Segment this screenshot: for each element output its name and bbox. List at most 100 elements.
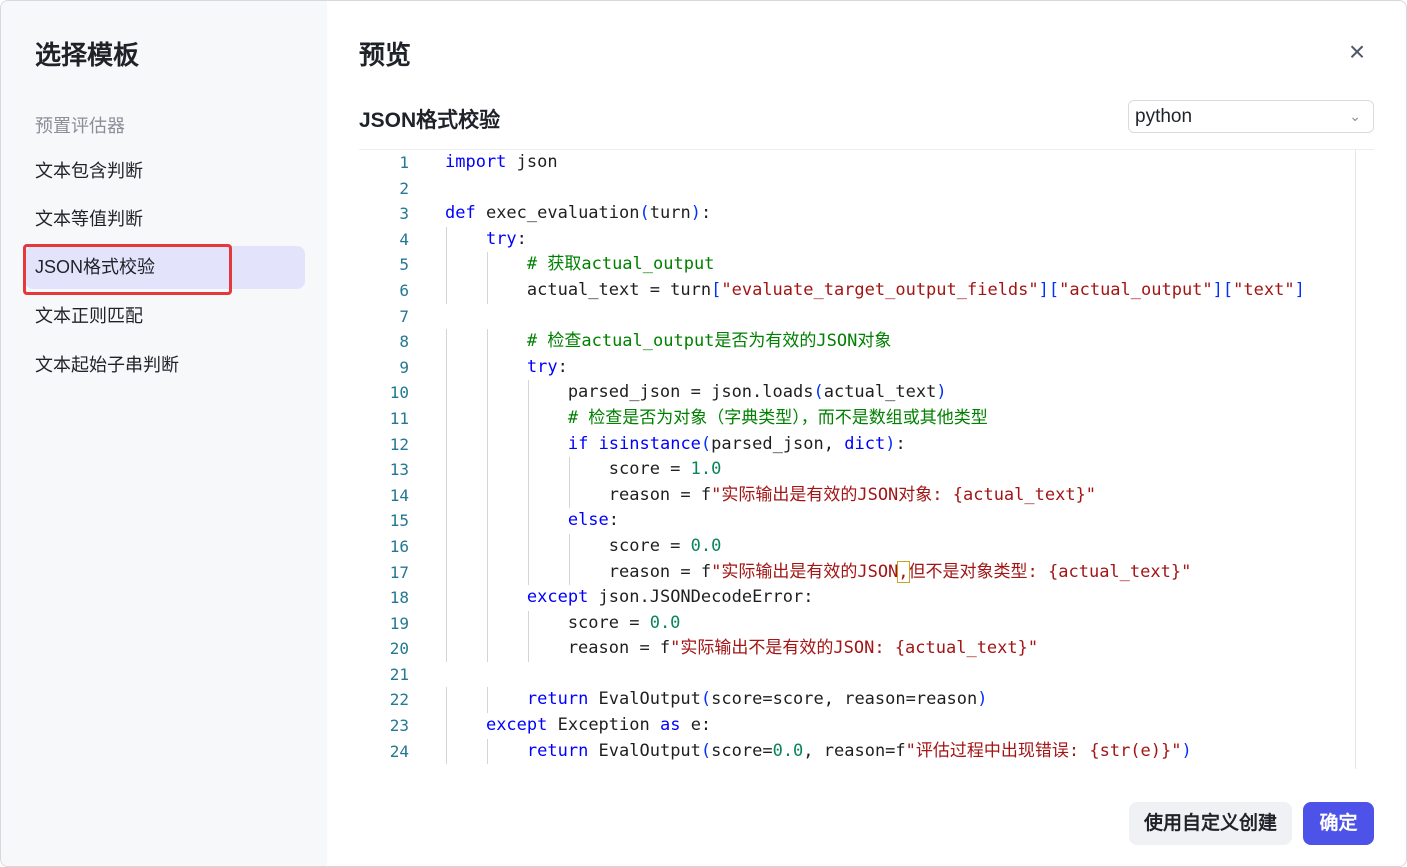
code-token: [ — [711, 279, 722, 300]
line-number: 23 — [389, 716, 409, 736]
sidebar-item-text-equals[interactable]: 文本等值判断 — [25, 198, 305, 241]
line-number: 9 — [399, 357, 409, 377]
code-token: EvalOutput — [588, 740, 701, 761]
indent-guide — [528, 559, 529, 586]
close-icon[interactable]: × — [1342, 37, 1372, 67]
indent-guide — [528, 431, 529, 458]
indent-guide — [446, 226, 447, 253]
code-token: as — [659, 715, 681, 736]
code-line: # 检查actual_output是否为有效的JSON对象 — [445, 329, 1344, 355]
code-token: "评估过程中出现错误: {str(e)}" — [905, 740, 1182, 761]
code-token: reason = f — [445, 484, 712, 505]
indent-guide — [487, 508, 488, 534]
code-token: import — [445, 152, 507, 172]
line-number: 21 — [389, 664, 409, 684]
code-line: reason = f"实际输出是有效的JSON对象: {actual_text}… — [445, 482, 1344, 509]
sidebar-title: 选择模板 — [35, 40, 140, 70]
code-token: reason = f — [445, 638, 671, 659]
code-token: ][ — [1038, 279, 1060, 300]
code-token: ) — [690, 203, 701, 224]
indent-guide — [446, 738, 447, 765]
code-token: "实际输出是有效的JSON — [711, 561, 899, 582]
code-token: json — [506, 152, 558, 172]
sidebar-item-label: 文本等值判断 — [35, 209, 143, 229]
indent-guide — [446, 329, 447, 355]
code-token: # 检查actual_output是否为有效的JSON对象 — [526, 331, 892, 352]
code-line: except Exception as e: — [445, 713, 1344, 739]
line-number: 17 — [389, 562, 409, 582]
sidebar-item-json-validate[interactable]: JSON格式校验 — [25, 246, 305, 289]
create-custom-button[interactable]: 使用自定义创建 — [1129, 802, 1292, 845]
indent-guide — [446, 533, 447, 560]
confirm-button[interactable]: 确定 — [1303, 802, 1374, 845]
code-token: , — [897, 560, 910, 583]
code-token: 0.0 — [772, 740, 804, 761]
line-number: 4 — [399, 229, 409, 249]
code-line: ​ — [445, 662, 1344, 688]
code-token: parsed_json = json.loads — [445, 382, 814, 403]
indent-guide — [446, 559, 447, 586]
code-token: json.JSONDecodeError: — [588, 587, 814, 608]
code-line: import json — [445, 150, 1344, 176]
indent-guide — [446, 687, 447, 714]
indent-guide — [569, 457, 570, 483]
code-token: else — [567, 510, 609, 531]
indent-guide — [487, 380, 488, 406]
code-token: exec_evaluation — [475, 203, 640, 224]
indent-guide — [446, 610, 447, 637]
code-token: "text" — [1233, 279, 1295, 300]
indent-guide — [487, 636, 488, 662]
code-token: "实际输出不是有效的JSON: {actual_text}" — [670, 638, 1039, 659]
indent-guide — [528, 482, 529, 509]
indent-guide — [446, 508, 447, 534]
indent-guide — [487, 431, 488, 458]
template-name: JSON格式校验 — [359, 109, 501, 132]
code-token: ( — [639, 203, 650, 224]
code-token: actual_text — [823, 382, 937, 403]
template-sidebar: 选择模板 预置评估器 文本包含判断 文本等值判断 JSON格式校验 文本正则匹配… — [1, 1, 327, 866]
indent-guide — [528, 457, 529, 483]
code-token: "evaluate_target_output_fields" — [721, 279, 1039, 300]
indent-guide — [487, 354, 488, 381]
code-area[interactable]: import json​def exec_evaluation(turn): t… — [445, 150, 1344, 765]
sidebar-item-label: 文本包含判断 — [35, 161, 143, 181]
line-number: 3 — [399, 204, 409, 224]
code-token: 1.0 — [690, 459, 722, 480]
indent-guide — [487, 738, 488, 765]
code-line: else: — [445, 508, 1344, 534]
indent-guide — [487, 405, 488, 432]
code-token: ) — [885, 433, 896, 454]
code-token: ) — [936, 382, 947, 403]
code-token: ) — [1181, 740, 1192, 761]
code-token: reason = f — [445, 561, 712, 582]
code-line: parsed_json = json.loads(actual_text) — [445, 380, 1344, 406]
code-line: ​ — [445, 304, 1344, 330]
indent-guide — [569, 533, 570, 560]
code-line: if isinstance(parsed_json, dict): — [445, 431, 1344, 458]
indent-guide — [487, 252, 488, 278]
line-number: 14 — [389, 485, 409, 505]
sidebar-item-text-contains[interactable]: 文本包含判断 — [25, 150, 305, 193]
code-editor[interactable]: 1 2 3 4 5 6 7 8 9 10 11 12 13 14 15 16 17 18 19 20 21 22 23 24 … — [359, 149, 1374, 769]
indent-guide — [487, 329, 488, 355]
line-number-gutter: 1 2 3 4 5 6 7 8 9 10 11 12 13 14 15 16 17 18 19 20 21 22 23 24 — [359, 150, 434, 764]
editor-scrollbar[interactable] — [1355, 150, 1356, 769]
sidebar-item-regex-match[interactable]: 文本正则匹配 — [25, 295, 305, 338]
sidebar-item-label: 文本正则匹配 — [35, 306, 143, 326]
language-select[interactable]: python ⌄ — [1128, 100, 1374, 133]
code-token: 0.0 — [690, 535, 722, 556]
indent-guide — [569, 559, 570, 586]
code-token: : — [895, 433, 906, 454]
sidebar-item-starts-with[interactable]: 文本起始子串判断 — [25, 344, 305, 387]
code-line: except json.JSONDecodeError: — [445, 585, 1344, 611]
line-number: 8 — [399, 332, 409, 352]
